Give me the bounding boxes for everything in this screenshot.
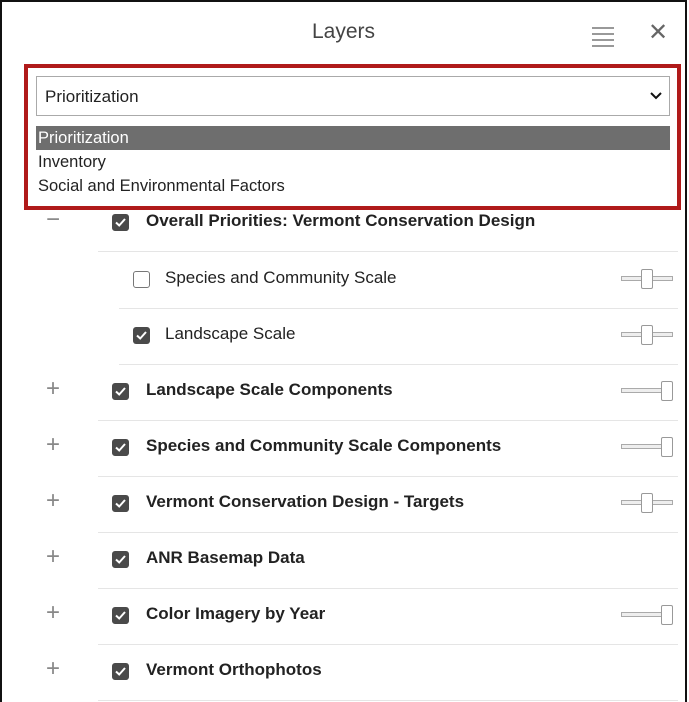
layer-label[interactable]: Species and Community Scale Components	[146, 436, 501, 456]
opacity-slider[interactable]	[621, 269, 673, 289]
checkmark-icon	[115, 387, 126, 396]
layer-checkbox[interactable]	[112, 495, 129, 512]
layer-row: Landscape Scale	[119, 308, 678, 365]
layer-label[interactable]: Species and Community Scale	[165, 268, 397, 288]
dropdown-option[interactable]: Inventory	[36, 150, 670, 174]
chevron-down-icon	[650, 92, 662, 100]
layer-label[interactable]: ANR Basemap Data	[146, 548, 305, 568]
opacity-slider[interactable]	[621, 381, 673, 401]
panel-title: Layers	[311, 20, 376, 43]
layer-checkbox[interactable]	[112, 214, 129, 231]
opacity-slider[interactable]	[621, 493, 673, 513]
layer-row: Color Imagery by Year	[98, 588, 678, 645]
layer-label[interactable]: Landscape Scale	[165, 324, 295, 344]
slider-thumb[interactable]	[641, 269, 653, 289]
slider-thumb[interactable]	[641, 325, 653, 345]
expand-icon[interactable]: +	[42, 657, 64, 681]
layer-label[interactable]: Vermont Orthophotos	[146, 660, 322, 680]
opacity-slider[interactable]	[621, 325, 673, 345]
slider-thumb[interactable]	[661, 381, 673, 401]
checkmark-icon	[115, 218, 126, 227]
layer-checkbox[interactable]	[133, 327, 150, 344]
layer-row: Vermont Conservation Design - Targets	[98, 476, 678, 533]
layer-checkbox[interactable]	[112, 551, 129, 568]
layer-checkbox[interactable]	[112, 439, 129, 456]
checkmark-icon	[115, 555, 126, 564]
opacity-slider[interactable]	[621, 437, 673, 457]
layer-checkbox[interactable]	[112, 663, 129, 680]
panel-header: Layers ✕	[2, 2, 685, 64]
menu-lines-icon[interactable]	[592, 27, 614, 47]
slider-thumb[interactable]	[661, 437, 673, 457]
layer-label[interactable]: Color Imagery by Year	[146, 604, 325, 624]
expand-icon[interactable]: +	[42, 489, 64, 513]
opacity-slider[interactable]	[621, 605, 673, 625]
expand-icon[interactable]: +	[42, 601, 64, 625]
checkmark-icon	[115, 443, 126, 452]
layer-row: ANR Basemap Data	[98, 532, 678, 589]
dropdown-option[interactable]: Social and Environmental Factors	[36, 174, 670, 198]
layer-checkbox[interactable]	[112, 383, 129, 400]
slider-thumb[interactable]	[641, 493, 653, 513]
layer-group-select[interactable]: Prioritization	[36, 76, 670, 116]
layer-row: Species and Community Scale	[119, 252, 678, 309]
close-icon[interactable]: ✕	[648, 19, 668, 47]
expand-icon[interactable]: +	[42, 377, 64, 401]
layer-row: Landscape Scale Components	[98, 364, 678, 421]
expand-icon[interactable]: +	[42, 545, 64, 569]
checkmark-icon	[115, 667, 126, 676]
dropdown-highlight-box: Prioritization Prioritization Inventory …	[24, 64, 681, 210]
checkmark-icon	[136, 331, 147, 340]
layer-row: Vermont Orthophotos	[98, 644, 678, 701]
dropdown-options: Prioritization Inventory Social and Envi…	[36, 126, 670, 202]
layer-label[interactable]: Vermont Conservation Design - Targets	[146, 492, 464, 512]
layer-checkbox[interactable]	[133, 271, 150, 288]
checkmark-icon	[115, 611, 126, 620]
layer-row: Species and Community Scale Components	[98, 420, 678, 477]
checkmark-icon	[115, 499, 126, 508]
slider-thumb[interactable]	[661, 605, 673, 625]
layer-checkbox[interactable]	[112, 607, 129, 624]
layer-label[interactable]: Landscape Scale Components	[146, 380, 393, 400]
expand-icon[interactable]: +	[42, 433, 64, 457]
layer-label[interactable]: Overall Priorities: Vermont Conservation…	[146, 211, 535, 231]
dropdown-option[interactable]: Prioritization	[36, 126, 670, 150]
collapse-icon[interactable]: −	[42, 208, 64, 232]
select-value: Prioritization	[45, 87, 139, 106]
